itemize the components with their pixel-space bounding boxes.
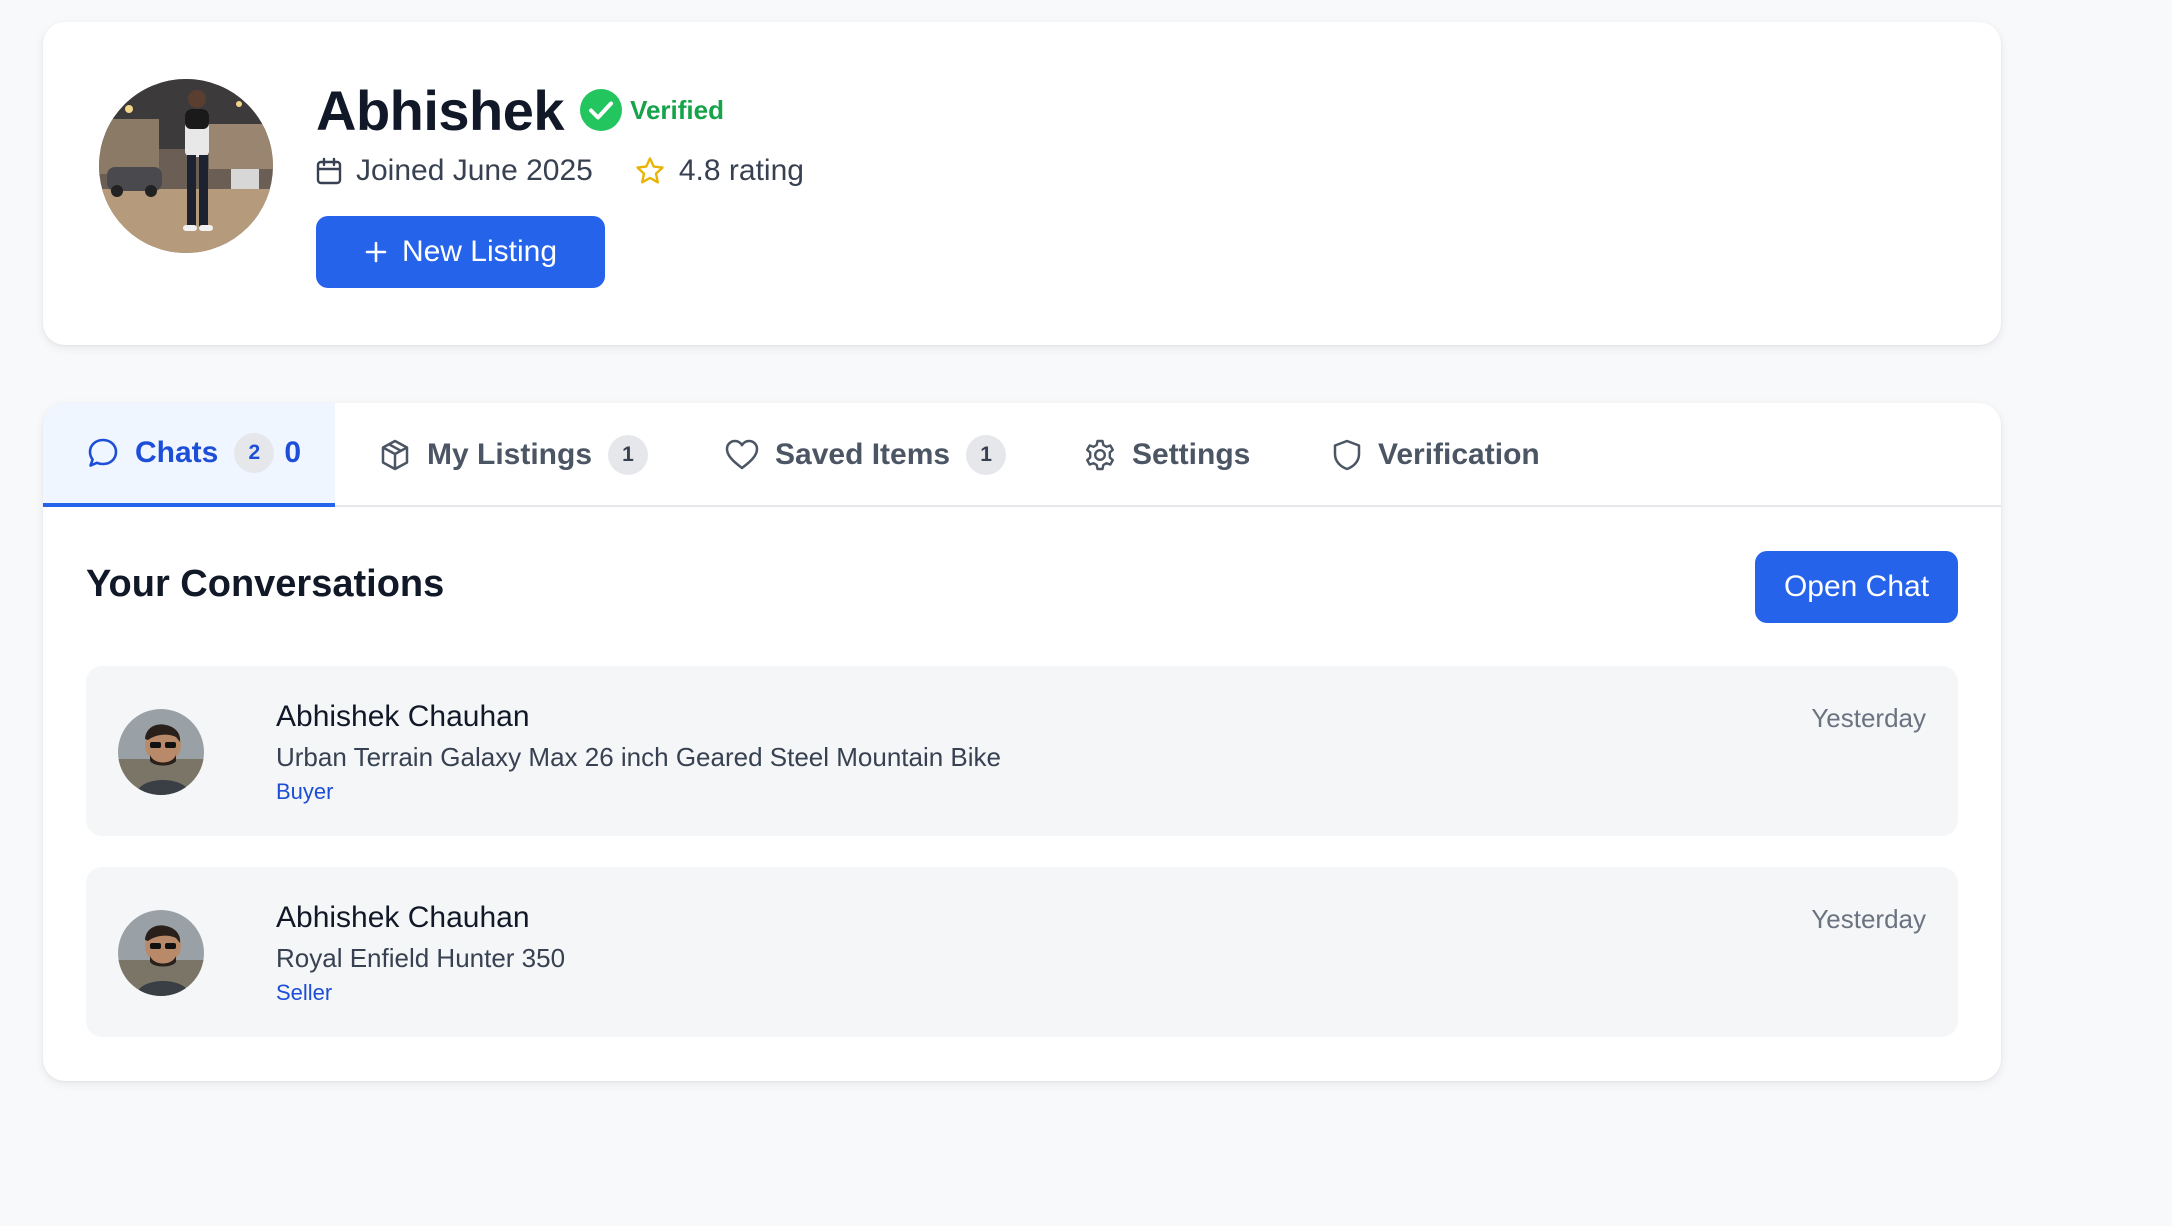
tab-my-listings-badge: 1: [608, 435, 649, 475]
verified-label: Verified: [630, 94, 724, 125]
contact-name: Abhishek Chauhan: [276, 700, 530, 733]
listing-title: Royal Enfield Hunter 350: [276, 943, 566, 973]
tab-chats-count: 0: [284, 436, 302, 469]
plus-icon: [365, 241, 387, 263]
open-chat-button[interactable]: Open Chat: [1755, 551, 1958, 623]
gear-icon: [1086, 439, 1114, 471]
conversations-title: Your Conversations: [86, 563, 445, 605]
conversation-list: Abhishek Chauhan Urban Terrain Galaxy Ma…: [86, 666, 1958, 1068]
tab-bar: Chats 2 0 My Listings 1 Saved Items 1 Se…: [43, 403, 2001, 507]
tab-saved-items-label: Saved Items: [775, 438, 951, 471]
verified-check-icon: [580, 89, 623, 131]
contact-avatar: [118, 709, 204, 795]
conversation-item[interactable]: Abhishek Chauhan Royal Enfield Hunter 35…: [86, 867, 1958, 1037]
tab-verification[interactable]: Verification: [1331, 403, 1540, 507]
profile-card: Abhishek Verified Joined June 2025 4.8 r…: [43, 22, 2001, 345]
new-listing-label: New Listing: [401, 235, 558, 268]
profile-meta: Joined June 2025 4.8 rating: [316, 151, 804, 191]
tab-my-listings-label: My Listings: [427, 438, 593, 471]
contact-avatar: [118, 910, 204, 996]
calendar-icon: [316, 157, 342, 185]
tab-chats-label: Chats: [135, 436, 219, 469]
tab-settings-label: Settings: [1132, 438, 1251, 471]
listing-title: Urban Terrain Galaxy Max 26 inch Geared …: [276, 742, 1002, 772]
contact-name: Abhishek Chauhan: [276, 901, 530, 934]
conversation-timestamp: Yesterday: [1811, 703, 1926, 733]
tab-settings[interactable]: Settings: [1083, 403, 1250, 507]
tab-saved-items[interactable]: Saved Items 1: [724, 403, 1007, 507]
heart-icon: [725, 439, 759, 470]
joined-date: Joined June 2025: [356, 154, 593, 187]
profile-name: Abhishek: [316, 78, 565, 142]
tab-chats-badge: 2: [234, 433, 275, 473]
profile-avatar[interactable]: [99, 79, 273, 253]
conversation-item[interactable]: Abhishek Chauhan Urban Terrain Galaxy Ma…: [86, 666, 1958, 836]
tab-chats[interactable]: Chats 2 0: [43, 403, 335, 507]
new-listing-button[interactable]: New Listing: [316, 216, 605, 288]
profile-info: Abhishek Verified Joined June 2025 4.8 r…: [316, 77, 804, 191]
role-label: Seller: [276, 980, 333, 1005]
conversation-timestamp: Yesterday: [1811, 904, 1926, 934]
tab-verification-label: Verification: [1378, 438, 1540, 471]
tab-my-listings[interactable]: My Listings 1: [378, 403, 649, 507]
dashboard-card: Chats 2 0 My Listings 1 Saved Items 1 Se…: [43, 403, 2001, 1081]
shield-icon: [1333, 439, 1361, 471]
tab-saved-items-badge: 1: [966, 435, 1007, 475]
profile-name-row: Abhishek Verified: [316, 77, 804, 143]
role-label: Buyer: [276, 779, 334, 804]
star-icon: [636, 157, 664, 184]
package-icon: [381, 439, 409, 471]
rating: 4.8 rating: [678, 154, 804, 187]
chat-bubble-icon: [88, 438, 118, 467]
